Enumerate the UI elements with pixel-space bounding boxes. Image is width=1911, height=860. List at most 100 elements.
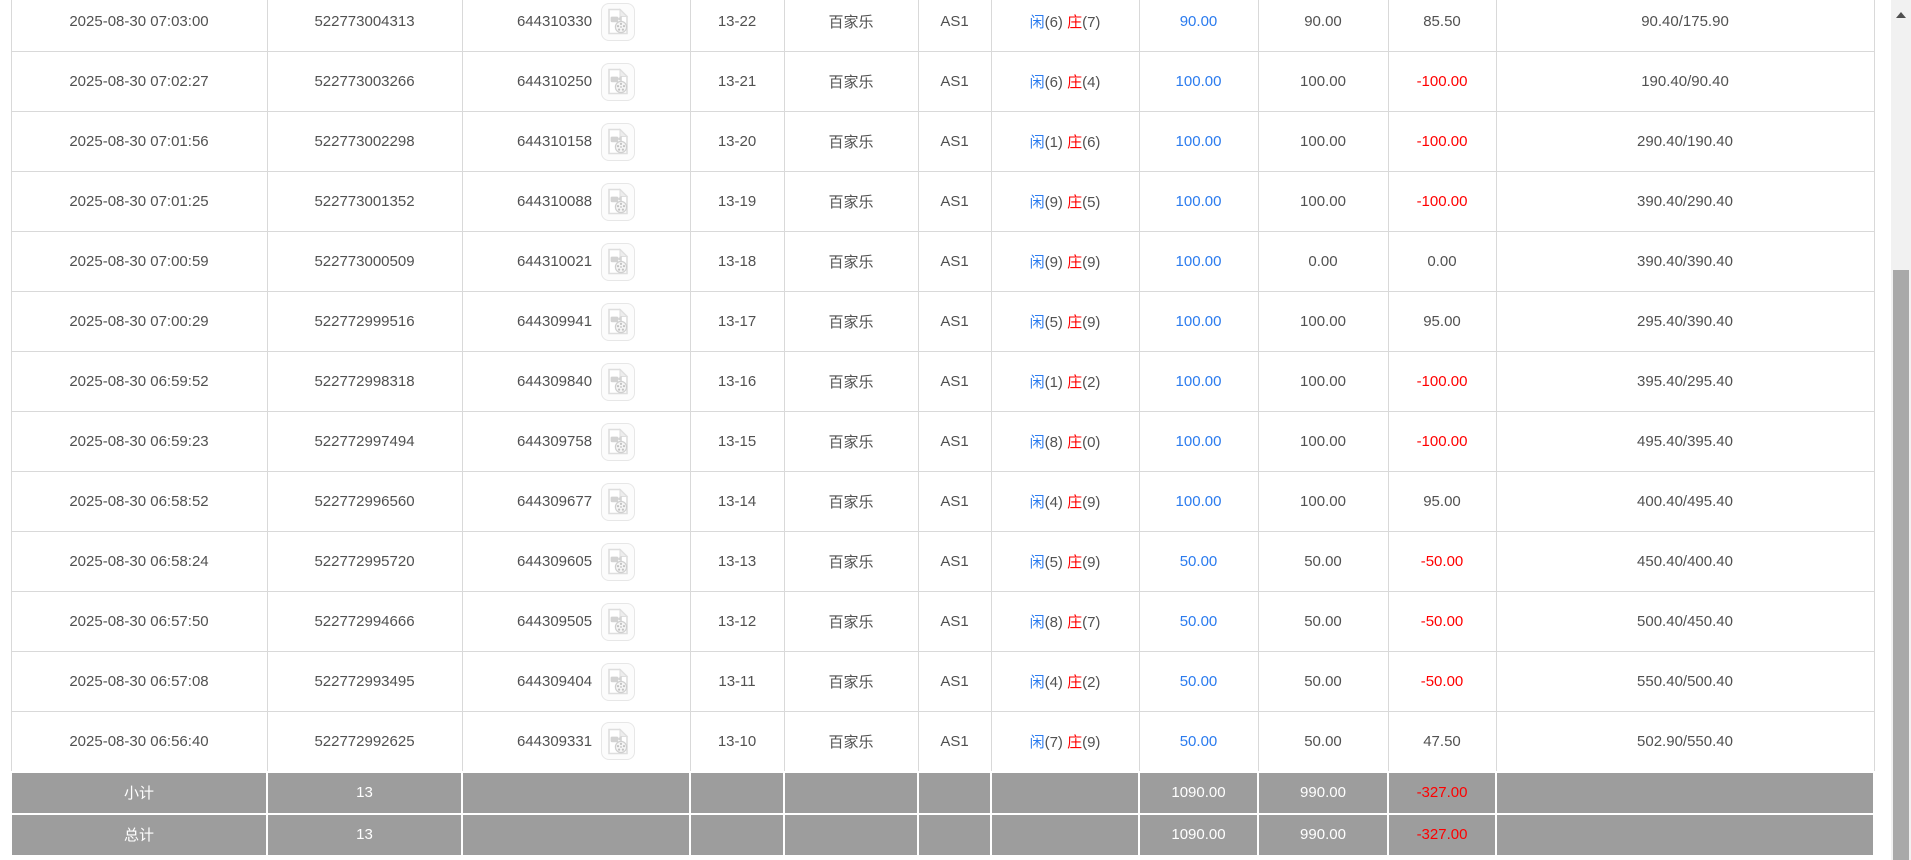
banker-result-label: 庄 xyxy=(1067,14,1083,31)
vertical-scrollbar[interactable] xyxy=(1891,0,1911,860)
video-playback-button[interactable] xyxy=(601,302,636,341)
bet-amount-link[interactable]: 50.00 xyxy=(1180,553,1218,570)
video-playback-button[interactable] xyxy=(601,122,636,161)
cell-bet-amount: 50.00 xyxy=(1138,591,1259,652)
total-row-count: 13 xyxy=(266,812,463,857)
cell-shoe-round: 13-21 xyxy=(689,51,785,112)
cell-shoe-round: 13-18 xyxy=(689,231,785,292)
video-playback-icon xyxy=(608,128,629,155)
video-playback-button[interactable] xyxy=(601,722,636,761)
bet-amount-link[interactable]: 100.00 xyxy=(1176,433,1222,450)
table-row: 2025-08-30 06:58:24 522772995720 644309605… xyxy=(10,531,1875,592)
video-playback-button[interactable] xyxy=(601,182,636,221)
cell-bet-time: 2025-08-30 07:02:27 xyxy=(10,51,268,112)
cell-valid-amount: 50.00 xyxy=(1257,651,1389,712)
cell-win-loss: -100.00 xyxy=(1387,411,1497,472)
cell-table-code: AS1 xyxy=(917,51,992,112)
bet-amount-link[interactable]: 50.00 xyxy=(1180,733,1218,750)
player-result-label: 闲 xyxy=(1029,434,1045,451)
bet-amount-link[interactable]: 100.00 xyxy=(1176,373,1222,390)
cell-win-loss: -100.00 xyxy=(1387,51,1497,112)
video-playback-button[interactable] xyxy=(601,62,636,101)
round-number-text: 644309941 xyxy=(516,313,593,330)
cell-bet-time: 2025-08-30 06:58:24 xyxy=(10,531,268,592)
cell-round-number: 644309404 xyxy=(461,651,691,712)
cell-bet-amount: 50.00 xyxy=(1138,651,1259,712)
cell-balance: 400.40/495.40 xyxy=(1495,471,1875,532)
cell-valid-amount: 50.00 xyxy=(1257,711,1389,772)
banker-result-label: 庄 xyxy=(1067,554,1083,571)
cell-bet-time: 2025-08-30 07:03:00 xyxy=(10,0,268,52)
cell-balance: 90.40/175.90 xyxy=(1495,0,1875,52)
cell-table-code: AS1 xyxy=(917,0,992,52)
bet-amount-link[interactable]: 50.00 xyxy=(1180,673,1218,690)
cell-order-number: 522772997494 xyxy=(266,411,463,472)
table-row: 2025-08-30 06:59:52 522772998318 644309840… xyxy=(10,351,1875,412)
cell-bet-amount: 100.00 xyxy=(1138,231,1259,292)
banker-result-label: 庄 xyxy=(1067,374,1083,391)
video-playback-icon xyxy=(608,308,629,335)
cell-table-code: AS1 xyxy=(917,231,992,292)
cell-round-number: 644309605 xyxy=(461,531,691,592)
cell-valid-amount: 100.00 xyxy=(1257,171,1389,232)
round-number-text: 644310250 xyxy=(516,73,593,90)
video-playback-button[interactable] xyxy=(601,362,636,401)
cell-round-number: 644309758 xyxy=(461,411,691,472)
cell-bet-amount: 100.00 xyxy=(1138,291,1259,352)
cell-shoe-round: 13-14 xyxy=(689,471,785,532)
cell-table-code: AS1 xyxy=(917,711,992,772)
total-row: 总计 13 1090.00 990.00 -327.00 xyxy=(10,812,1875,857)
cell-win-loss: 47.50 xyxy=(1387,711,1497,772)
round-number-text: 644309331 xyxy=(516,732,593,750)
player-result-label: 闲 xyxy=(1029,374,1045,391)
cell-shoe-round: 13-12 xyxy=(689,591,785,652)
video-playback-icon xyxy=(608,248,629,275)
video-playback-button[interactable] xyxy=(601,2,636,41)
bet-amount-link[interactable]: 100.00 xyxy=(1176,493,1222,510)
video-playback-button[interactable] xyxy=(601,242,636,281)
video-playback-button[interactable] xyxy=(601,542,636,581)
cell-shoe-round: 13-17 xyxy=(689,291,785,352)
scrollbar-thumb[interactable] xyxy=(1893,270,1909,860)
bet-amount-link[interactable]: 100.00 xyxy=(1176,133,1222,150)
cell-round-number: 644310250 xyxy=(461,51,691,112)
cell-table-code: AS1 xyxy=(917,351,992,412)
cell-valid-amount: 90.00 xyxy=(1257,0,1389,52)
bet-amount-link[interactable]: 100.00 xyxy=(1176,73,1222,90)
cell-table-code: AS1 xyxy=(917,111,992,172)
table-row: 2025-08-30 07:02:27 522773003266 644310250… xyxy=(10,51,1875,112)
video-playback-button[interactable] xyxy=(601,422,636,461)
scroll-up-arrow-icon xyxy=(1896,12,1906,18)
bet-amount-link[interactable]: 100.00 xyxy=(1176,193,1222,210)
bet-amount-link[interactable]: 50.00 xyxy=(1180,613,1218,630)
cell-game-type: 百家乐 xyxy=(783,231,919,292)
round-number-text: 644310021 xyxy=(516,253,593,270)
total-row-bet-total: 1090.00 xyxy=(1138,812,1259,857)
cell-bet-time: 2025-08-30 06:59:52 xyxy=(10,351,268,412)
cell-bet-amount: 50.00 xyxy=(1138,531,1259,592)
cell-bet-time: 2025-08-30 06:57:50 xyxy=(10,591,268,652)
cell-bet-amount: 100.00 xyxy=(1138,171,1259,232)
video-playback-button[interactable] xyxy=(601,662,636,701)
cell-game-type: 百家乐 xyxy=(783,411,919,472)
video-playback-icon xyxy=(608,368,629,395)
cell-balance: 550.40/500.40 xyxy=(1495,651,1875,712)
total-row-valid-total: 990.00 xyxy=(1257,812,1389,857)
cell-round-number: 644310088 xyxy=(461,171,691,232)
bet-amount-link[interactable]: 90.00 xyxy=(1180,13,1218,30)
bet-amount-link[interactable]: 100.00 xyxy=(1176,313,1222,330)
scroll-up-button[interactable] xyxy=(1891,0,1911,26)
cell-bet-time: 2025-08-30 07:00:59 xyxy=(10,231,268,292)
player-result-label: 闲 xyxy=(1029,614,1045,631)
video-playback-icon xyxy=(608,8,629,35)
cell-order-number: 522773004313 xyxy=(266,0,463,52)
cell-shoe-round: 13-16 xyxy=(689,351,785,412)
video-playback-icon xyxy=(608,188,629,215)
video-playback-button[interactable] xyxy=(601,482,636,521)
video-playback-button[interactable] xyxy=(601,602,636,641)
cell-win-loss: -50.00 xyxy=(1387,531,1497,592)
cell-bet-amount: 90.00 xyxy=(1138,0,1259,52)
bet-amount-link[interactable]: 100.00 xyxy=(1176,253,1222,270)
cell-bet-time: 2025-08-30 06:58:52 xyxy=(10,471,268,532)
cell-game-result: 闲(6) 庄(7) xyxy=(990,0,1140,52)
